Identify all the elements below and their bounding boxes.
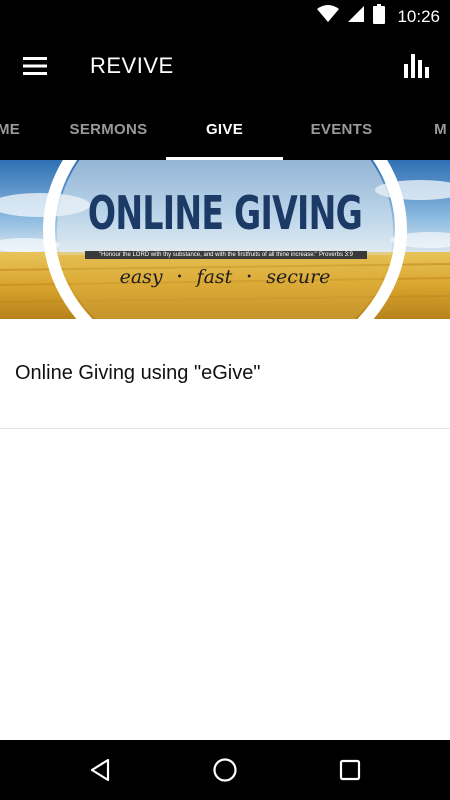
tab-bar: ME SERMONS GIVE EVENTS M — [0, 99, 450, 160]
bullet-icon: • — [246, 271, 253, 283]
list-item-label: Online Giving using "eGive" — [15, 362, 261, 384]
online-giving-banner: ONLINE GIVING "Honour the LORD with thy … — [0, 160, 450, 319]
menu-button[interactable] — [14, 45, 56, 87]
tagline-easy: easy — [119, 266, 163, 288]
banner-verse: "Honour the LORD with thy substance, and… — [85, 251, 367, 259]
wifi-icon — [317, 5, 340, 28]
status-icons: 10:26 — [317, 0, 440, 33]
list-item-egive[interactable]: Online Giving using "eGive" — [0, 319, 450, 429]
stats-button[interactable] — [396, 45, 438, 87]
back-button[interactable] — [70, 745, 130, 795]
home-icon — [213, 758, 237, 782]
banner-taglines: easy • fast • secure — [0, 266, 450, 288]
system-nav-bar — [0, 740, 450, 800]
status-time: 10:26 — [397, 6, 440, 26]
banner-headline: ONLINE GIVING — [87, 186, 363, 240]
tagline-fast: fast — [196, 266, 233, 288]
tab-give[interactable]: GIVE — [166, 99, 283, 160]
tab-sermons[interactable]: SERMONS — [50, 99, 167, 160]
recents-button[interactable] — [320, 745, 380, 795]
status-bar: 10:26 — [0, 0, 450, 33]
battery-icon — [373, 4, 386, 29]
signal-icon — [347, 5, 365, 28]
bullet-icon: • — [176, 271, 183, 283]
recents-icon — [339, 759, 361, 781]
back-icon — [90, 758, 110, 782]
bar-chart-icon — [404, 54, 429, 78]
app-bar: REVIVE — [0, 33, 450, 99]
home-button[interactable] — [195, 745, 255, 795]
tab-more[interactable]: M — [382, 99, 450, 160]
hamburger-menu-icon — [23, 57, 47, 75]
tagline-secure: secure — [266, 266, 331, 288]
app-title: REVIVE — [90, 53, 174, 78]
